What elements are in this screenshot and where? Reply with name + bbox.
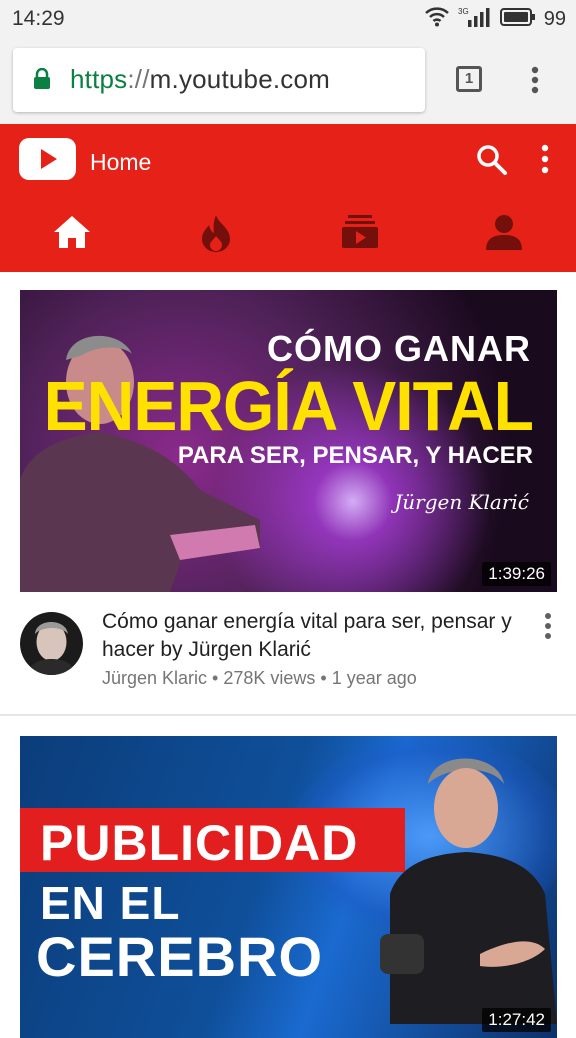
video-subtitle: Jürgen Klaric • 278K views • 1 year ago (102, 668, 417, 688)
status-icons: 3G 99 (424, 6, 566, 33)
cell-signal-icon: 3G (458, 6, 492, 33)
url-text: https://m.youtube.com (70, 64, 330, 95)
wifi-icon (424, 7, 450, 32)
channel-avatar[interactable] (20, 612, 83, 675)
browser-toolbar: https://m.youtube.com 1 (0, 36, 576, 124)
tab-switcher-button[interactable]: 1 (456, 66, 482, 92)
page-title: Home (90, 149, 152, 175)
home-icon[interactable] (53, 214, 91, 255)
battery-level: 99 (543, 8, 566, 30)
url-host: m.youtube.com (149, 64, 331, 94)
video-title[interactable]: Cómo ganar energía vital para ser, pensa… (102, 608, 522, 664)
lock-icon (33, 67, 51, 95)
more-options-icon[interactable] (540, 144, 550, 179)
video-thumbnail[interactable]: PUBLICIDAD EN EL CEREBRO 1:27:42 (20, 736, 557, 1038)
thumbnail-signature: Jürgen Klarić (394, 490, 529, 514)
status-bar: 14:29 3G 99 (0, 0, 576, 36)
network-type-label: 3G (458, 7, 469, 16)
search-icon[interactable] (476, 144, 508, 181)
subscriptions-icon[interactable] (342, 214, 378, 253)
person-icon[interactable] (486, 214, 522, 255)
thumbnail-text-line3: CEREBRO (36, 925, 324, 988)
browser-menu-icon[interactable] (530, 66, 540, 99)
thumbnail-text-line2: EN EL (40, 877, 181, 929)
video-duration: 1:27:42 (482, 1008, 551, 1032)
url-separator: :// (127, 64, 150, 94)
battery-icon (499, 8, 536, 31)
video-duration: 1:39:26 (482, 562, 551, 586)
youtube-logo-icon[interactable] (19, 138, 76, 185)
card-divider (0, 714, 576, 716)
video-thumbnail[interactable]: CÓMO GANAR ENERGÍA VITAL PARA SER, PENSA… (20, 290, 557, 592)
thumbnail-text-line2: ENERGÍA VITAL (43, 367, 534, 445)
thumbnail-text-line1: PUBLICIDAD (40, 815, 359, 871)
address-bar[interactable]: https://m.youtube.com (13, 48, 425, 112)
status-time: 14:29 (12, 7, 65, 30)
video-menu-icon[interactable] (543, 612, 553, 645)
app-header: Home (0, 124, 576, 272)
url-scheme: https (70, 64, 128, 94)
flame-icon[interactable] (200, 214, 232, 257)
thumbnail-text-line1: CÓMO GANAR (267, 328, 531, 369)
thumbnail-text-line3: PARA SER, PENSAR, Y HACER (177, 442, 533, 469)
presenter-figure (380, 758, 557, 1024)
